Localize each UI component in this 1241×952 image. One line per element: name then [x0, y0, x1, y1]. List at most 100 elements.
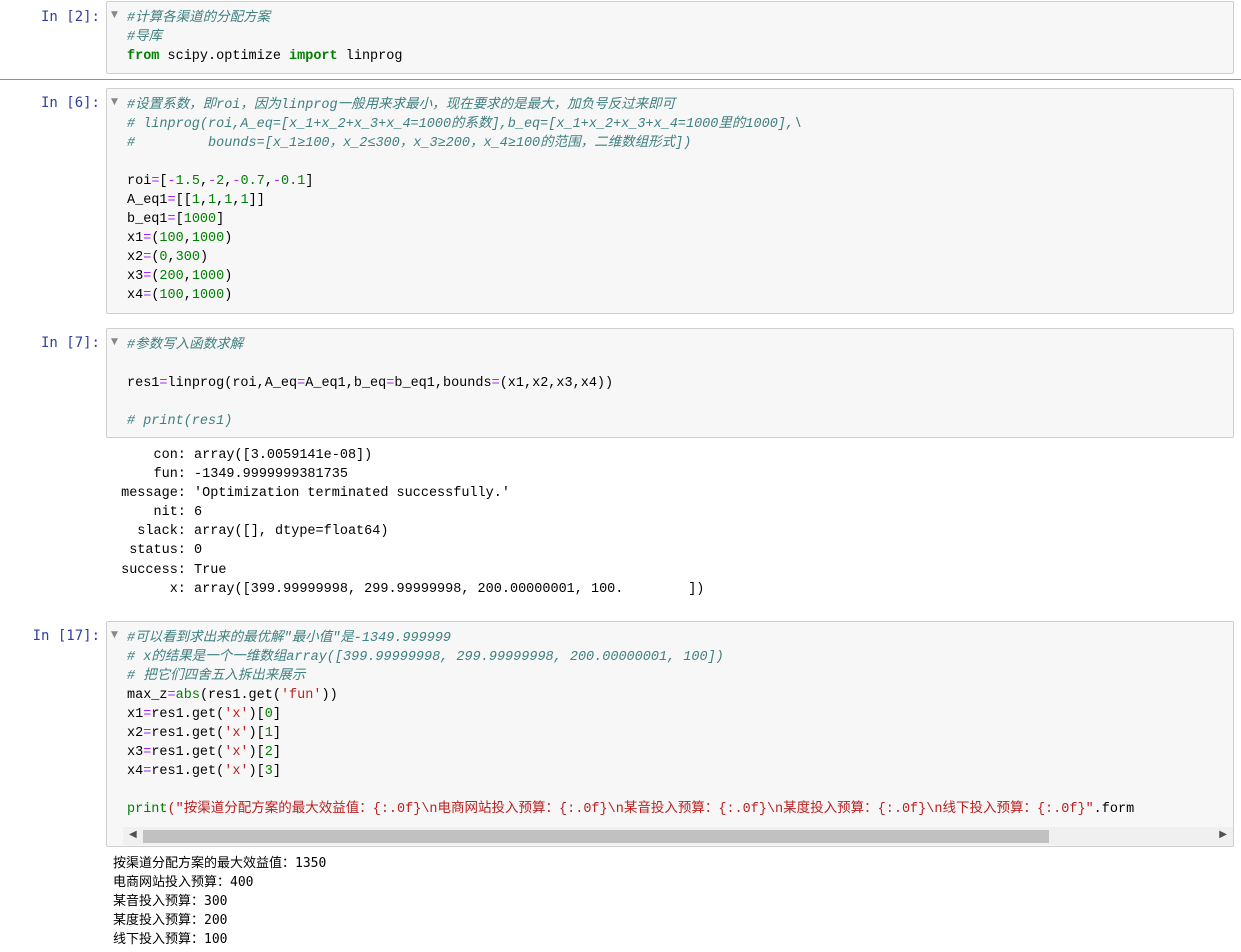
fold-arrow-icon[interactable]: ▼	[111, 10, 118, 20]
code-token: A_eq1,b_eq	[305, 376, 387, 391]
code-line: # 把它们四舍五入拆出来展示	[127, 667, 1134, 686]
code-token: )[	[248, 745, 265, 760]
code-token: 3	[264, 764, 273, 779]
code-line: x2=res1.get('x')[1]	[127, 724, 1134, 743]
code-line: x4=res1.get('x')[3]	[127, 762, 1134, 781]
code-line: max_z=abs(res1.get('fun'))	[127, 686, 1134, 705]
scroll-left-icon[interactable]: ◀	[129, 829, 137, 840]
code-line: #导库	[127, 28, 402, 47]
output-line: 线下投入预算：100	[113, 932, 228, 948]
code-token: import	[289, 49, 338, 64]
code-token: ("按渠道分配方案的最大效益值：{:.0f}\n电商网站投入预算：{:.0f}\…	[167, 802, 1094, 817]
cell-output-3: con: array([3.0059141e-08]) fun: -1349.9…	[113, 446, 704, 599]
code-input[interactable]: ▼ #计算各渠道的分配方案 #导库 from scipy.optimize impo…	[106, 1, 1234, 74]
code-token: #可以看到求出来的最优解"最小值"是-1349.999999	[127, 631, 452, 646]
code-input[interactable]: ▼ #可以看到求出来的最优解"最小值"是-1349.999999 # x的结果是一…	[106, 621, 1234, 847]
code-token: res1	[127, 376, 160, 391]
code-line: b_eq1=[1000]	[127, 210, 802, 229]
cell-prompt: In [7]:	[40, 335, 100, 351]
output-line: fun: -1349.9999999381735	[113, 467, 348, 483]
code-token: x1	[127, 707, 144, 722]
code-token: x1	[127, 231, 144, 246]
code-line: from scipy.optimize import linprog	[127, 47, 402, 66]
fold-arrow-icon[interactable]: ▼	[111, 97, 118, 107]
code-token: 1	[191, 193, 200, 208]
code-line: print("按渠道分配方案的最大效益值：{:.0f}\n电商网站投入预算：{:…	[127, 800, 1134, 819]
code-lines: #设置系数，即roi，因为linprog一般用来求最小，现在要求的是最大，加负号…	[127, 96, 802, 305]
code-line: roi=[-1.5,-2,-0.7,-0.1]	[127, 172, 802, 191]
code-line: A_eq1=[[1,1,1,1]]	[127, 191, 802, 210]
code-lines: #可以看到求出来的最优解"最小值"是-1349.999999 # x的结果是一个一…	[127, 629, 1134, 819]
code-token: ]	[305, 174, 314, 189]
code-token: x2	[127, 726, 144, 741]
code-token: res1.get(	[151, 764, 225, 779]
code-lines: #计算各渠道的分配方案 #导库 from scipy.optimize import…	[127, 9, 402, 66]
output-line: con: array([3.0059141e-08])	[113, 448, 373, 463]
code-line: #计算各渠道的分配方案	[127, 9, 402, 28]
code-line: x2=(0,300)	[127, 248, 802, 267]
output-line: nit: 6	[113, 505, 203, 521]
output-line: message: 'Optimization terminated succes…	[113, 486, 510, 502]
code-token: #导库	[127, 30, 163, 45]
code-token: ]	[272, 745, 281, 760]
code-token: 0	[159, 250, 168, 265]
code-token: x3	[127, 269, 144, 284]
code-token: 100	[159, 288, 184, 303]
cell-prompt: In [2]:	[40, 9, 100, 25]
code-token: =	[491, 376, 500, 391]
code-token: # linprog(roi,A_eq=[x_1+x_2+x_3+x_4=1000…	[127, 117, 803, 132]
code-token: ,	[199, 193, 209, 208]
fold-arrow-icon[interactable]: ▼	[111, 337, 118, 347]
code-token: x3	[127, 745, 144, 760]
code-line: #设置系数，即roi，因为linprog一般用来求最小，现在要求的是最大，加负号…	[127, 96, 802, 115]
code-token: print	[127, 802, 168, 817]
output-line: 某音投入预算：300	[113, 894, 228, 910]
code-token: b_eq1	[127, 212, 168, 227]
code-token: ]	[216, 212, 225, 227]
selected-cell-divider	[0, 79, 1241, 80]
code-token: max_z	[127, 688, 168, 703]
code-token: linprog(roi,A_eq	[167, 376, 298, 391]
code-token: #参数写入函数求解	[127, 338, 244, 353]
code-token: =	[167, 688, 176, 703]
code-token: 1	[264, 726, 273, 741]
code-token: x2	[127, 250, 144, 265]
code-token: =	[159, 376, 168, 391]
code-token: b_eq1,bounds	[394, 376, 492, 391]
code-token: # 把它们四舍五入拆出来展示	[127, 669, 306, 684]
code-input[interactable]: ▼ #设置系数，即roi，因为linprog一般用来求最小，现在要求的是最大，加…	[106, 88, 1234, 314]
cell-prompt: In [17]:	[32, 628, 100, 644]
code-token: 1000	[191, 269, 225, 284]
scroll-right-icon[interactable]: ▶	[1219, 829, 1227, 840]
code-input[interactable]: ▼ #参数写入函数求解 res1=linprog(roi,A_eq=A_eq1,b…	[106, 328, 1234, 438]
code-token: ]	[272, 707, 281, 722]
code-token: ,	[183, 231, 192, 246]
code-line: x1=(100,1000)	[127, 229, 802, 248]
horizontal-scrollbar[interactable]: ◀ ▶	[123, 827, 1233, 845]
code-token: res1.get(	[151, 707, 225, 722]
code-token: -	[232, 174, 241, 189]
output-line: slack: array([], dtype=float64)	[113, 524, 389, 540]
output-line: 电商网站投入预算：400	[113, 875, 254, 891]
code-token: 0.1	[281, 174, 306, 189]
code-token: #计算各渠道的分配方案	[127, 11, 271, 26]
code-token: ))	[321, 688, 338, 703]
code-token: .form	[1093, 802, 1135, 817]
code-token: ,	[167, 250, 176, 265]
scrollbar-thumb[interactable]	[143, 830, 1049, 843]
code-token: # x的结果是一个一维数组array([399.99999998, 299.99…	[127, 650, 724, 665]
code-token: 'x'	[224, 707, 249, 722]
code-line: #参数写入函数求解	[127, 336, 613, 355]
code-token: [	[159, 174, 168, 189]
output-line: success: True	[113, 562, 227, 578]
code-line: x3=(200,1000)	[127, 267, 802, 286]
code-line: # linprog(roi,A_eq=[x_1+x_2+x_3+x_4=1000…	[127, 115, 802, 134]
code-token: 'fun'	[280, 688, 322, 703]
fold-arrow-icon[interactable]: ▼	[111, 630, 118, 640]
code-token: )[	[248, 707, 265, 722]
code-line: # x的结果是一个一维数组array([399.99999998, 299.99…	[127, 648, 1134, 667]
code-token: 0.7	[240, 174, 265, 189]
code-lines: #参数写入函数求解 res1=linprog(roi,A_eq=A_eq1,b_e…	[127, 336, 613, 431]
code-token: -	[208, 174, 217, 189]
